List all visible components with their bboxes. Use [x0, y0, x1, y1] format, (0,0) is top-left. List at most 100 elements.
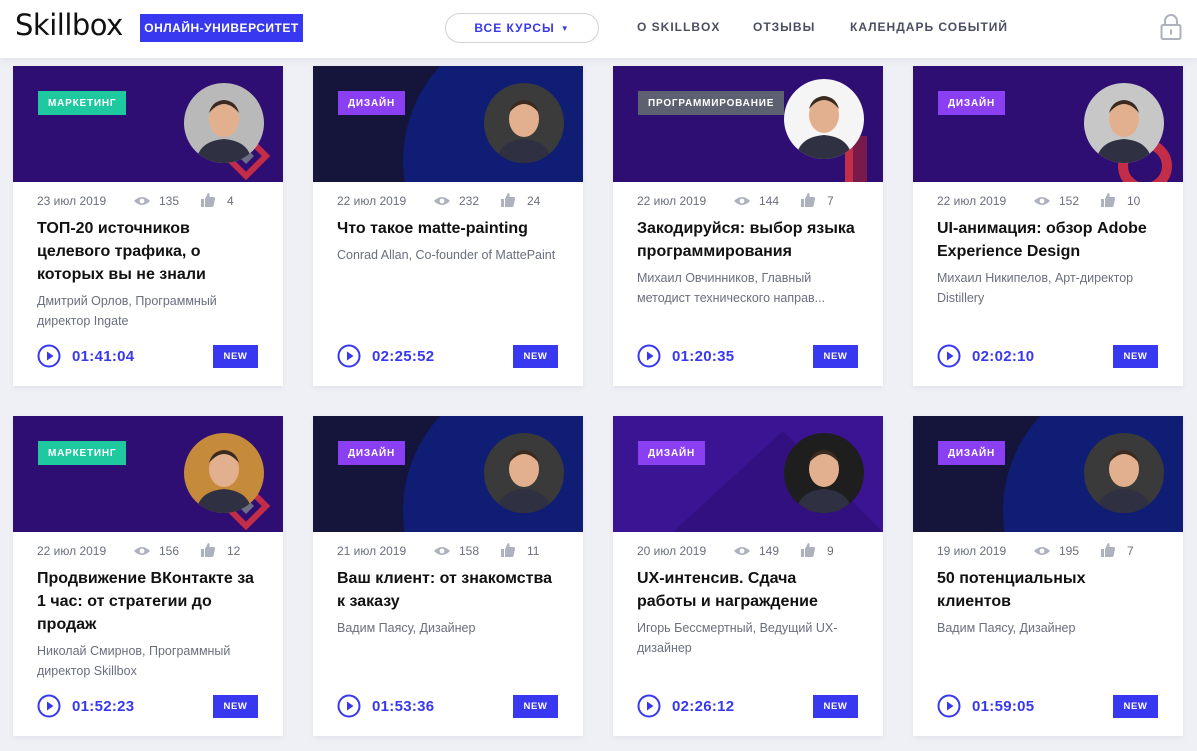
nav-reviews-link[interactable]: ОТЗЫВЫ [753, 20, 815, 34]
nav-calendar-link[interactable]: КАЛЕНДАРЬ СОБЫТИЙ [850, 20, 1008, 34]
caret-down-icon: ▼ [560, 23, 570, 33]
webinar-card[interactable]: МАРКЕТИНГ 23 июл 2019 135 4 ТОП-20 источ… [13, 66, 283, 386]
play-icon[interactable] [637, 694, 661, 718]
new-badge: NEW [813, 344, 858, 368]
category-tag[interactable]: ДИЗАЙН [938, 441, 1006, 465]
play-icon[interactable] [637, 344, 661, 368]
card-banner: ДИЗАЙН [313, 416, 583, 532]
speaker-avatar [1084, 83, 1164, 163]
webinar-title[interactable]: Что такое matte-painting [337, 217, 559, 240]
publish-date: 22 июл 2019 [37, 544, 107, 558]
card-footer: 01:41:04 NEW [37, 344, 258, 368]
speaker-info: Михаил Овчинников, Главный методист техн… [637, 271, 826, 305]
speaker-info: Conrad Allan, Co-founder of MattePaint [337, 248, 556, 262]
webinar-title[interactable]: Ваш клиент: от знакомства к заказу [337, 567, 559, 613]
nav-about-link[interactable]: О SKILLBOX [637, 20, 720, 34]
webinar-title[interactable]: ТОП-20 источников целевого трафика, о ко… [37, 217, 259, 286]
like-count: 7 [1127, 544, 1134, 558]
speaker-avatar [484, 433, 564, 513]
webinar-title[interactable]: 50 потенциальных клиентов [937, 567, 1159, 613]
card-meta: 20 июл 2019 149 9 [637, 542, 859, 559]
speaker-info: Игорь Бессмертный, Ведущий UX-дизайнер [637, 621, 838, 655]
card-body: 22 июл 2019 232 24 Что такое matte-paint… [313, 182, 583, 386]
card-meta: 22 июл 2019 152 10 [937, 192, 1159, 209]
like-count: 24 [527, 194, 541, 208]
category-tag[interactable]: МАРКЕТИНГ [38, 91, 127, 115]
webinar-card[interactable]: ДИЗАЙН 22 июл 2019 232 24 Что такое matt… [313, 66, 583, 386]
eye-icon [434, 197, 450, 205]
online-university-badge[interactable]: ОНЛАЙН-УНИВЕРСИТЕТ [140, 14, 303, 42]
speaker-avatar [784, 433, 864, 513]
speaker-avatar [484, 83, 564, 163]
category-tag[interactable]: ДИЗАЙН [338, 441, 406, 465]
thumbs-up-icon[interactable] [501, 192, 515, 207]
speaker-info: Вадим Паясу, Дизайнер [937, 621, 1076, 635]
skillbox-logo[interactable]: Skillbox [15, 8, 123, 42]
publish-date: 22 июл 2019 [937, 194, 1007, 208]
like-count: 11 [527, 544, 540, 558]
thumbs-up-icon[interactable] [1101, 192, 1115, 207]
all-courses-button[interactable]: ВСЕ КУРСЫ ▼ [445, 13, 599, 43]
view-count: 135 [159, 194, 180, 208]
webinar-card[interactable]: ДИЗАЙН 21 июл 2019 158 11 Ваш клиент: от… [313, 416, 583, 736]
play-icon[interactable] [337, 344, 361, 368]
eye-icon [734, 197, 750, 205]
card-body: 22 июл 2019 152 10 UI-анимация: обзор Ad… [913, 182, 1183, 386]
all-courses-label: ВСЕ КУРСЫ [474, 21, 555, 35]
lock-icon[interactable] [1159, 13, 1183, 41]
card-meta: 23 июл 2019 135 4 [37, 192, 259, 209]
play-icon[interactable] [937, 694, 961, 718]
card-footer: 02:26:12 NEW [637, 694, 858, 718]
category-tag[interactable]: ДИЗАЙН [638, 441, 706, 465]
speaker-avatar [184, 83, 264, 163]
card-banner: МАРКЕТИНГ [13, 66, 283, 182]
card-meta: 21 июл 2019 158 11 [337, 542, 559, 559]
play-icon[interactable] [37, 344, 61, 368]
webinar-title[interactable]: Закодируйся: выбор языка программировани… [637, 217, 859, 263]
webinar-card[interactable]: ДИЗАЙН 19 июл 2019 195 7 50 потенциальны… [913, 416, 1183, 736]
speaker-info: Николай Смирнов, Программный директор Sk… [37, 644, 231, 678]
publish-date: 19 июл 2019 [937, 544, 1007, 558]
video-duration: 01:59:05 [972, 697, 1035, 715]
category-tag[interactable]: ПРОГРАММИРОВАНИЕ [638, 91, 785, 115]
eye-icon [134, 547, 150, 555]
thumbs-up-icon[interactable] [801, 542, 815, 557]
thumbs-up-icon[interactable] [201, 192, 215, 207]
webinar-card[interactable]: ДИЗАЙН 22 июл 2019 152 10 UI-анимация: о… [913, 66, 1183, 386]
view-count: 158 [459, 544, 480, 558]
new-badge: NEW [813, 694, 858, 718]
thumbs-up-icon[interactable] [501, 542, 515, 557]
play-icon[interactable] [937, 344, 961, 368]
speaker-info: Михаил Никипелов, Арт-директор Distiller… [937, 271, 1134, 305]
webinar-title[interactable]: UI-анимация: обзор Adobe Experience Desi… [937, 217, 1159, 263]
play-icon[interactable] [37, 694, 61, 718]
thumbs-up-icon[interactable] [201, 542, 215, 557]
publish-date: 23 июл 2019 [37, 194, 107, 208]
card-footer: 01:53:36 NEW [337, 694, 558, 718]
card-footer: 02:02:10 NEW [937, 344, 1158, 368]
speaker-info: Вадим Паясу, Дизайнер [337, 621, 476, 635]
new-badge: NEW [1113, 344, 1158, 368]
webinar-title[interactable]: UX-интенсив. Сдача работы и награждение [637, 567, 859, 613]
video-duration: 02:02:10 [972, 347, 1035, 365]
category-tag[interactable]: ДИЗАЙН [938, 91, 1006, 115]
speaker-avatar [784, 79, 864, 159]
view-count: 195 [1059, 544, 1080, 558]
new-badge: NEW [1113, 694, 1158, 718]
webinar-title[interactable]: Продвижение ВКонтакте за 1 час: от страт… [37, 567, 259, 636]
category-tag[interactable]: ДИЗАЙН [338, 91, 406, 115]
thumbs-up-icon[interactable] [801, 192, 815, 207]
play-icon[interactable] [337, 694, 361, 718]
card-banner: ПРОГРАММИРОВАНИЕ [613, 66, 883, 182]
video-duration: 01:20:35 [672, 347, 735, 365]
card-body: 23 июл 2019 135 4 ТОП-20 источников целе… [13, 182, 283, 386]
card-banner: ДИЗАЙН [913, 66, 1183, 182]
webinar-card[interactable]: ПРОГРАММИРОВАНИЕ 22 июл 2019 144 7 Закод… [613, 66, 883, 386]
webinar-card[interactable]: МАРКЕТИНГ 22 июл 2019 156 12 Продвижение… [13, 416, 283, 736]
view-count: 144 [759, 194, 780, 208]
new-badge: NEW [513, 694, 558, 718]
webinar-card[interactable]: ДИЗАЙН 20 июл 2019 149 9 UX-интенсив. Сд… [613, 416, 883, 736]
card-meta: 19 июл 2019 195 7 [937, 542, 1159, 559]
thumbs-up-icon[interactable] [1101, 542, 1115, 557]
category-tag[interactable]: МАРКЕТИНГ [38, 441, 127, 465]
